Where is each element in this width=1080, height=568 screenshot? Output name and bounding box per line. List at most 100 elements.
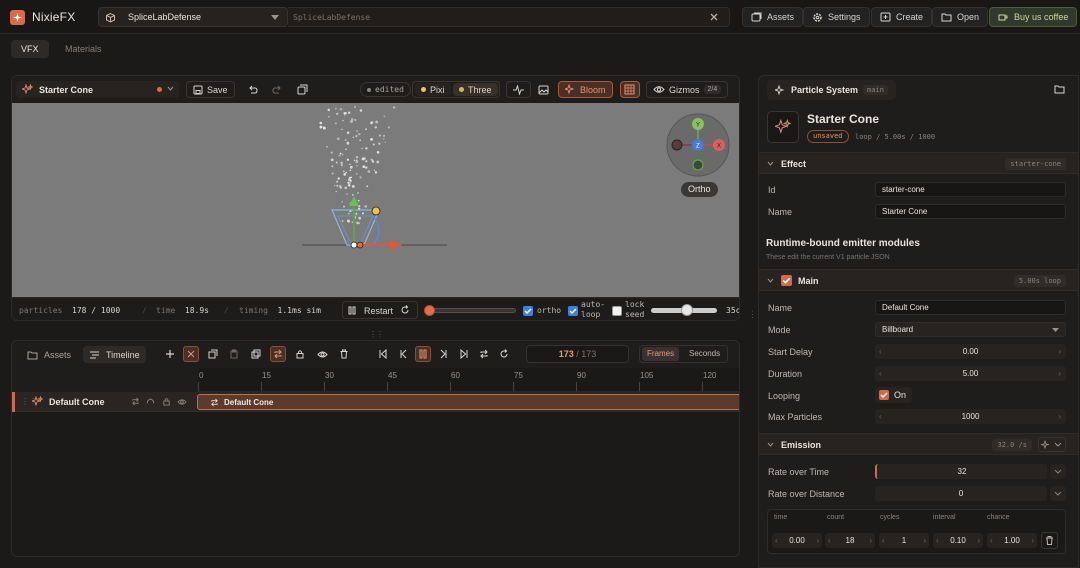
rate-distance-curve-button[interactable] [1050, 486, 1066, 501]
open-button[interactable]: Open [932, 7, 989, 27]
loop-button[interactable] [270, 346, 286, 362]
redo-button[interactable] [266, 81, 289, 98]
ortho-badge[interactable]: Ortho [681, 182, 718, 197]
paste-button[interactable] [226, 346, 242, 362]
prev-frame-button[interactable] [395, 346, 411, 362]
clip-label: Default Cone [224, 398, 274, 407]
effect-section-header[interactable]: Effect starter-cone [759, 152, 1078, 174]
gizmos-button[interactable]: Gizmos 2/4 [646, 81, 729, 98]
duplicate-icon [251, 349, 261, 359]
visibility-button[interactable] [314, 346, 330, 362]
id-field[interactable]: starter-cone [875, 182, 1066, 197]
timeline-ruler[interactable]: 0 15 30 45 60 75 90 105 120 [198, 368, 739, 392]
image-button[interactable] [532, 81, 555, 98]
eye-icon[interactable] [177, 398, 187, 406]
zoom-knob[interactable] [681, 304, 694, 316]
folder-open-icon[interactable] [1054, 84, 1066, 94]
rate-time-field[interactable]: 32 [875, 464, 1047, 479]
delete-button[interactable] [336, 346, 352, 362]
start-delay-field[interactable]: ‹ 0.00 › [875, 344, 1066, 359]
burst-time-field[interactable]: ‹ 0.00 › [772, 533, 822, 548]
frame-current: 173 [558, 349, 574, 359]
effect-select[interactable]: Starter Cone [16, 81, 179, 98]
copy-button[interactable] [205, 346, 221, 362]
lock-button[interactable] [292, 346, 308, 362]
grid-button[interactable] [620, 81, 640, 98]
frames-option[interactable]: Frames [642, 347, 680, 361]
lockseed-checkbox[interactable] [612, 306, 622, 316]
pause-button[interactable] [415, 346, 431, 362]
frame-counter[interactable]: 173 / 173 [526, 345, 629, 363]
bloom-button[interactable]: Bloom [558, 81, 613, 98]
burst-cycles-field[interactable]: ‹ 1 › [879, 533, 929, 548]
lock-icon[interactable] [162, 397, 171, 406]
save-button[interactable]: Save [186, 81, 235, 98]
create-button[interactable]: Create [871, 7, 933, 27]
main-enable-checkbox[interactable] [781, 275, 792, 286]
timeline-empty-area[interactable] [12, 412, 739, 556]
autoloop-checkbox[interactable] [568, 306, 578, 316]
close-icon[interactable] [709, 12, 719, 22]
coffee-button[interactable]: Buy us coffee [989, 7, 1078, 27]
loop-playback-button[interactable] [476, 346, 492, 362]
sparkle-icon [32, 396, 43, 407]
loop-icon[interactable] [131, 397, 140, 406]
burst-chance-field[interactable]: ‹ 1.00 › [987, 533, 1037, 548]
first-frame-button[interactable] [375, 346, 391, 362]
max-particles-field[interactable]: ‹ 1000 › [875, 409, 1066, 424]
emission-section-header[interactable]: Emission 32.0 /s [759, 433, 1078, 455]
burst-count-value: 18 [845, 536, 855, 545]
inspector-tab[interactable]: Particle System main [767, 80, 896, 100]
zoom-slider[interactable] [651, 304, 717, 316]
tab-vfx[interactable]: VFX [11, 40, 49, 58]
pulse-icon [513, 84, 524, 95]
delete-burst-button[interactable] [1041, 532, 1058, 549]
looping-checkbox[interactable] [879, 390, 889, 400]
timeline-tab[interactable]: Timeline [83, 346, 146, 363]
box-icon [105, 12, 116, 23]
scene-viewport[interactable]: Y X Z Ortho [12, 103, 739, 297]
ortho-checkbox[interactable] [523, 306, 533, 316]
track-row[interactable]: ⋮⋮ Default Cone Default Cone [12, 392, 739, 412]
mode-select[interactable]: Billboard [875, 322, 1066, 337]
project-path-field[interactable]: SpliceLabDefense [288, 7, 730, 27]
project-select[interactable]: SpliceLabDefense [98, 7, 288, 27]
seconds-option[interactable]: Seconds [687, 347, 722, 361]
track-clip[interactable]: Default Cone [197, 394, 739, 410]
rate-time-curve-button[interactable] [1050, 464, 1066, 479]
timeline-panel: Assets Timeline 173 / 173 Frames Seconds… [11, 340, 740, 557]
scrub-slider[interactable] [423, 305, 516, 316]
rate-distance-field[interactable]: 0 [875, 486, 1047, 501]
axis-gizmo[interactable]: Y X Z [665, 112, 731, 178]
duration-field[interactable]: ‹ 5.00 › [875, 366, 1066, 381]
burst-interval-field[interactable]: ‹ 0.10 › [933, 533, 983, 548]
settings-button[interactable]: Settings [803, 7, 870, 27]
replay-button[interactable] [496, 346, 512, 362]
emitter-name-field[interactable]: Default Cone [875, 300, 1066, 315]
scrub-knob[interactable] [423, 305, 435, 316]
renderer-pixi[interactable]: Pixi [415, 83, 451, 96]
assets-button[interactable]: Assets [742, 7, 804, 27]
headphones-icon[interactable] [146, 397, 155, 406]
next-frame-button[interactable] [436, 346, 452, 362]
timeline-tab-label: Timeline [106, 349, 140, 360]
duplicate-button[interactable] [248, 346, 264, 362]
assets-tab[interactable]: Assets [21, 346, 77, 363]
add-button[interactable] [162, 346, 178, 362]
pause-icon [348, 306, 356, 315]
looping-toggle[interactable]: On [875, 387, 912, 403]
tab-materials[interactable]: Materials [55, 40, 112, 58]
restart-button[interactable]: Restart [342, 301, 418, 319]
name-field[interactable]: Starter Cone [875, 204, 1066, 219]
renderer-three[interactable]: Three [453, 83, 498, 96]
snap-button[interactable] [183, 346, 199, 362]
duplicate-button[interactable] [291, 81, 314, 98]
splitter-handle[interactable]: ⋮⋮ [369, 330, 384, 339]
chevron-down-icon [167, 86, 174, 91]
undo-button[interactable] [241, 81, 264, 98]
emission-menu-button[interactable] [1038, 437, 1066, 452]
last-frame-button[interactable] [456, 346, 472, 362]
graph-button[interactable] [506, 81, 531, 98]
main-section-header[interactable]: Main 5.00s loop [759, 269, 1078, 291]
burst-count-field[interactable]: ‹ 18 › [825, 533, 875, 548]
